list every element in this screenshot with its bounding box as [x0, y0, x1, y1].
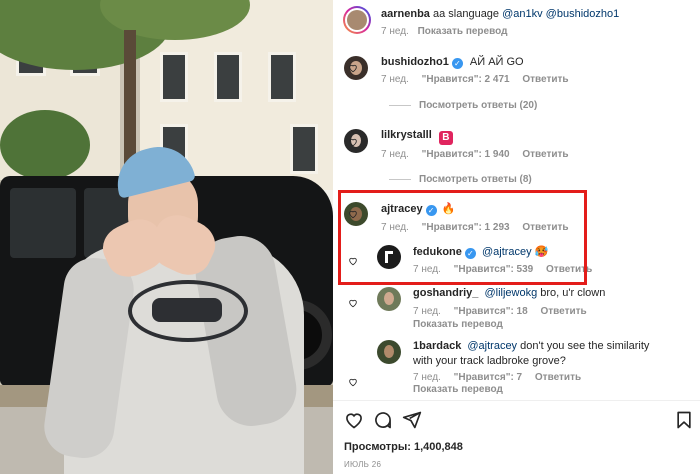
translate-link[interactable]: Показать перевод	[418, 26, 508, 37]
comment-username[interactable]: lilkrystalll	[381, 129, 432, 141]
verified-badge-icon: ✓	[451, 58, 463, 69]
heart-icon[interactable]	[348, 137, 358, 147]
view-replies-button[interactable]: Посмотреть ответы (20)	[389, 100, 537, 111]
comment-text: АЙ АЙ GO	[469, 56, 524, 68]
reply-button[interactable]: Ответить	[522, 149, 568, 160]
reply-goshandriy: goshandriy_ @liljewokg bro, u'r clown	[413, 287, 605, 299]
heart-icon[interactable]	[348, 377, 358, 387]
avatar-1bardack[interactable]	[377, 340, 401, 364]
reply-button[interactable]: Ответить	[535, 372, 581, 383]
reply-likes[interactable]: "Нравится": 7	[454, 372, 523, 383]
post-caption: aarnenba aa slanguage @an1kv @bushidozho…	[381, 8, 619, 20]
paper-plane-icon[interactable]	[402, 410, 422, 430]
scrollbar[interactable]	[694, 0, 698, 400]
comment-likes[interactable]: "Нравится": 1 940	[422, 149, 510, 160]
heart-icon[interactable]	[344, 410, 364, 430]
reply-age: 7 нед.	[413, 372, 441, 383]
comment-likes[interactable]: "Нравится": 2 471	[422, 74, 510, 85]
reply-text-line2: with your track ladbroke grove?	[413, 355, 566, 367]
comment-username[interactable]: bushidozho1	[381, 56, 449, 68]
comment-icon[interactable]	[373, 410, 393, 430]
comment-bushidozho1: bushidozho1 ✓ АЙ АЙ GO	[381, 56, 524, 69]
author-username[interactable]: aarnenba	[381, 8, 430, 20]
comment-lilkrystalll: lilkrystalll B	[381, 129, 453, 145]
comment-age: 7 нед.	[381, 74, 409, 85]
caption-text: aa slanguage	[432, 8, 500, 20]
reply-mention[interactable]: @liljewokg	[484, 287, 537, 299]
heart-icon[interactable]	[348, 298, 358, 308]
reply-text: bro, u'r clown	[540, 287, 606, 299]
reply-mention[interactable]: @ajtracey	[467, 340, 517, 352]
caption-mentions[interactable]: @an1kv @bushidozho1	[502, 8, 619, 20]
highlight-box	[338, 190, 587, 285]
translate-link[interactable]: Показать перевод	[413, 319, 503, 330]
reply-meta: 7 нед. "Нравится": 7 Ответить	[413, 372, 581, 383]
comment-age: 7 нед.	[381, 149, 409, 160]
reply-meta: 7 нед. "Нравится": 18 Ответить	[413, 306, 587, 317]
red-b-emoji: B	[438, 131, 453, 145]
post-date: ИЮЛЬ 26	[344, 460, 382, 469]
reply-1bardack: 1bardack @ajtracey don't you see the sim…	[413, 340, 649, 352]
caption-meta: 7 нед. Показать перевод	[381, 26, 507, 37]
caption-age: 7 нед.	[381, 26, 409, 37]
heart-icon[interactable]	[348, 63, 358, 73]
avatar-goshandriy[interactable]	[377, 287, 401, 311]
reply-username[interactable]: 1bardack	[413, 340, 461, 352]
reply-text: don't you see the similarity	[520, 340, 650, 352]
reply-username[interactable]: goshandriy_	[413, 287, 478, 299]
bookmark-icon[interactable]	[674, 410, 694, 430]
reply-button[interactable]: Ответить	[522, 74, 568, 85]
action-divider	[333, 400, 700, 401]
author-avatar[interactable]	[343, 6, 371, 34]
view-count: Просмотры: 1,400,848	[344, 441, 463, 453]
comment-meta: 7 нед. "Нравится": 2 471 Ответить	[381, 74, 569, 85]
translate-link[interactable]: Показать перевод	[413, 384, 503, 395]
hoodie-logo	[128, 280, 248, 342]
comment-meta: 7 нед. "Нравится": 1 940 Ответить	[381, 149, 569, 160]
post-photo[interactable]	[0, 0, 333, 474]
reply-age: 7 нед.	[413, 306, 441, 317]
reply-likes[interactable]: "Нравится": 18	[454, 306, 528, 317]
reply-button[interactable]: Ответить	[540, 306, 586, 317]
view-replies-button[interactable]: Посмотреть ответы (8)	[389, 174, 532, 185]
